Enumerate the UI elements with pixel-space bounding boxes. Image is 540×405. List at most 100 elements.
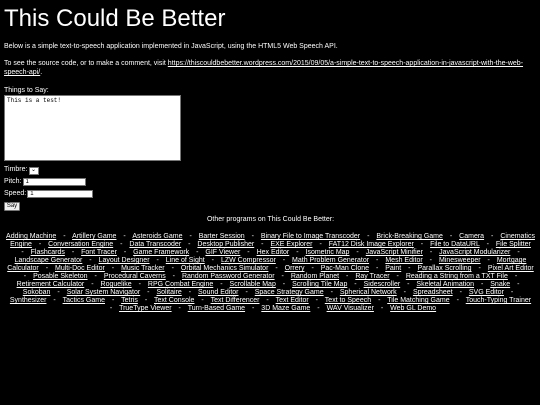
- program-link[interactable]: Tetris: [121, 297, 138, 304]
- link-separator: -: [171, 265, 174, 272]
- program-link[interactable]: Flashcards: [31, 249, 65, 256]
- program-link[interactable]: Procedural Caverns: [104, 273, 166, 280]
- program-link[interactable]: Orbital Mechanics Simulator: [181, 265, 269, 272]
- link-separator: -: [375, 265, 379, 272]
- program-link[interactable]: Text Differencer: [211, 297, 260, 304]
- program-link[interactable]: Artillery Game: [72, 233, 116, 240]
- program-link[interactable]: GIF Viewer: [205, 249, 240, 256]
- program-link[interactable]: LZW Compressor: [221, 257, 276, 264]
- program-link[interactable]: Spreadsheet: [413, 289, 453, 296]
- link-separator: -: [120, 241, 123, 248]
- say-label: Things to Say:: [4, 87, 49, 94]
- program-link[interactable]: File to DataURL: [430, 241, 480, 248]
- program-link[interactable]: Conversation Engine: [48, 241, 113, 248]
- link-separator: -: [296, 249, 299, 256]
- pitch-input[interactable]: [22, 177, 86, 186]
- link-separator: -: [57, 289, 60, 296]
- program-link[interactable]: Random Password Generator: [182, 273, 275, 280]
- program-link[interactable]: Hex Editor: [257, 249, 290, 256]
- link-separator: -: [315, 297, 318, 304]
- link-separator: -: [403, 289, 406, 296]
- program-link[interactable]: 3D Maze Game: [261, 305, 310, 312]
- program-link[interactable]: Sound Editor: [198, 289, 238, 296]
- program-link[interactable]: Space Strategy Game: [255, 289, 324, 296]
- link-separator: -: [486, 241, 489, 248]
- program-link[interactable]: Pixel Art Editor: [488, 265, 534, 272]
- program-link[interactable]: File Splitter: [496, 241, 531, 248]
- link-separator: -: [188, 241, 191, 248]
- program-link[interactable]: Turn-Based Game: [188, 305, 245, 312]
- program-link[interactable]: Layout Designer: [99, 257, 150, 264]
- program-link[interactable]: Orrery: [285, 265, 305, 272]
- program-link[interactable]: Tactics Game: [63, 297, 105, 304]
- program-link[interactable]: Spherical Network: [340, 289, 397, 296]
- program-link[interactable]: Game Framework: [133, 249, 189, 256]
- program-link[interactable]: WAV Visualizer: [327, 305, 374, 312]
- program-link[interactable]: TrueType Viewer: [119, 305, 172, 312]
- program-link[interactable]: Scrollable Map: [230, 281, 276, 288]
- program-link[interactable]: Parallax Scrolling: [417, 265, 471, 272]
- program-link[interactable]: Touch-Typing Trainer: [466, 297, 531, 304]
- program-link[interactable]: Skeletal Animation: [416, 281, 474, 288]
- program-link[interactable]: Text Console: [154, 297, 194, 304]
- source-prefix: To see the source code, or to make a com…: [4, 60, 168, 67]
- program-link[interactable]: Binary File to Image Transcoder: [261, 233, 360, 240]
- link-separator: -: [123, 233, 126, 240]
- program-link[interactable]: Landscape Generator: [15, 257, 83, 264]
- speed-label: Speed:: [4, 190, 27, 197]
- program-link[interactable]: Ray Tracer: [355, 273, 389, 280]
- program-link[interactable]: JavaScript Modularizer: [439, 249, 510, 256]
- program-link[interactable]: Desktop Publisher: [197, 241, 254, 248]
- program-link[interactable]: Multi-Doc Editor: [55, 265, 105, 272]
- program-link[interactable]: Minesweeper: [439, 257, 481, 264]
- program-link[interactable]: Sidescroller: [364, 281, 401, 288]
- say-button[interactable]: Say: [4, 202, 20, 211]
- timbre-select[interactable]: [29, 166, 40, 175]
- program-link[interactable]: Font Tracer: [81, 249, 117, 256]
- program-link[interactable]: Web GL Demo: [390, 305, 436, 312]
- say-textarea[interactable]: This is a test!: [4, 95, 181, 161]
- program-link[interactable]: Mesh Editor: [385, 257, 422, 264]
- program-link[interactable]: Reading a String from a TXT File: [406, 273, 508, 280]
- link-separator: -: [144, 297, 148, 304]
- program-link[interactable]: Solar System Navigator: [67, 289, 141, 296]
- link-separator: -: [456, 297, 459, 304]
- program-link[interactable]: Math Problem Generator: [292, 257, 369, 264]
- speed-input[interactable]: [27, 189, 94, 198]
- program-link[interactable]: Camera: [459, 233, 484, 240]
- program-link[interactable]: Asteroids Game: [132, 233, 182, 240]
- link-separator: -: [517, 281, 520, 288]
- timbre-select-wrap[interactable]: ⌄: [28, 166, 40, 175]
- program-link[interactable]: Scrolling Tile Map: [292, 281, 347, 288]
- program-link[interactable]: Tile Matching Game: [387, 297, 449, 304]
- program-link[interactable]: EXE Explorer: [270, 241, 312, 248]
- program-link[interactable]: RPG Combat Engine: [148, 281, 213, 288]
- program-link[interactable]: Solitaire: [156, 289, 181, 296]
- program-link[interactable]: Snake: [490, 281, 510, 288]
- program-link[interactable]: Random Planet: [291, 273, 339, 280]
- link-separator: -: [367, 233, 370, 240]
- program-link[interactable]: Adding Machine: [6, 233, 56, 240]
- link-separator: -: [449, 233, 453, 240]
- program-link[interactable]: Data Transcoder: [129, 241, 181, 248]
- link-separator: -: [396, 273, 399, 280]
- program-link[interactable]: SVG Editor: [469, 289, 504, 296]
- program-link[interactable]: Music Tracker: [121, 265, 165, 272]
- program-link[interactable]: Roguelike: [101, 281, 132, 288]
- program-link[interactable]: FAT12 Disk Image Explorer: [329, 241, 414, 248]
- program-link[interactable]: Brick-Breaking Game: [376, 233, 443, 240]
- program-link[interactable]: Pac-Man Clone: [321, 265, 369, 272]
- page-title: This Could Be Better: [4, 5, 226, 32]
- program-link[interactable]: Synthesizer: [10, 297, 47, 304]
- program-link[interactable]: Posable Skeleton: [33, 273, 87, 280]
- program-link[interactable]: Text Editor: [276, 297, 309, 304]
- program-link[interactable]: Line of Sight: [166, 257, 205, 264]
- link-separator: -: [109, 305, 113, 312]
- program-link[interactable]: Sokoban: [23, 289, 51, 296]
- program-link[interactable]: Isometric Map: [306, 249, 350, 256]
- program-link[interactable]: Paint: [385, 265, 401, 272]
- program-link[interactable]: Text to Speech: [325, 297, 371, 304]
- program-link[interactable]: Retirement Calculator: [17, 281, 85, 288]
- program-link[interactable]: Barter Session: [199, 233, 245, 240]
- program-link[interactable]: JavaScript Minifier: [366, 249, 423, 256]
